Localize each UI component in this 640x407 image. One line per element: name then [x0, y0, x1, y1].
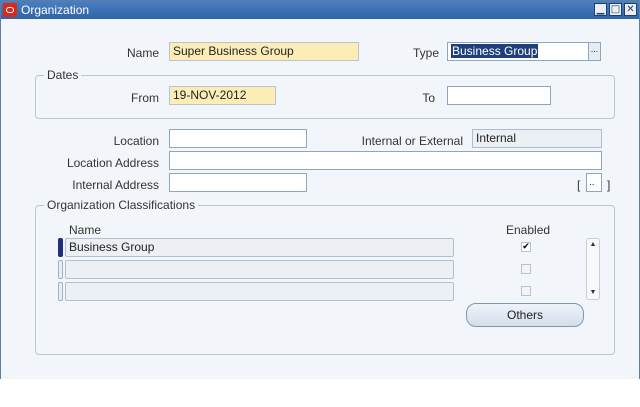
to-label: To	[422, 91, 435, 105]
dates-group-title: Dates	[44, 68, 82, 82]
minimize-icon[interactable]: ▁	[594, 3, 607, 16]
enabled-header: Enabled	[506, 223, 551, 237]
classification-name-header: Name	[69, 223, 102, 237]
type-lov-button[interactable]: ...	[588, 42, 601, 61]
descriptive-flexfield[interactable]: ..	[586, 173, 602, 192]
flexfield-close-bracket: ]	[607, 178, 611, 192]
close-icon[interactable]: ✕	[624, 3, 637, 16]
enabled-checkbox[interactable]	[521, 264, 531, 274]
enabled-checkbox[interactable]	[521, 286, 531, 296]
location-field[interactable]	[169, 129, 307, 148]
type-label: Type	[412, 46, 439, 60]
internal-external-label: Internal or External	[361, 134, 463, 148]
internal-address-label: Internal Address	[72, 178, 159, 192]
location-address-label: Location Address	[66, 156, 159, 170]
classification-name-cell[interactable]	[65, 260, 454, 279]
window-title: Organization	[21, 3, 90, 17]
from-label: From	[131, 91, 159, 105]
to-date-field[interactable]	[447, 86, 551, 105]
record-indicator[interactable]	[58, 260, 63, 279]
name-label: Name	[126, 46, 159, 60]
classification-name-cell[interactable]	[65, 282, 454, 301]
classifications-group-title: Organization Classifications	[44, 198, 199, 212]
status-bar	[0, 379, 640, 407]
oracle-icon	[3, 3, 17, 17]
enabled-checkbox[interactable]: ✔	[521, 242, 531, 252]
flexfield-open-bracket: [	[577, 178, 581, 192]
from-date-field[interactable]: 19-NOV-2012	[169, 86, 276, 105]
record-indicator-current[interactable]	[58, 238, 63, 257]
location-label: Location	[113, 134, 159, 148]
organization-window: Organization ▁ □ ✕ Name Super Business G…	[0, 0, 640, 380]
maximize-icon[interactable]: □	[609, 3, 622, 16]
name-field[interactable]: Super Business Group	[169, 42, 359, 61]
location-address-field[interactable]	[169, 151, 602, 170]
internal-external-field[interactable]: Internal	[472, 129, 602, 148]
title-bar[interactable]: Organization ▁ □ ✕	[1, 1, 639, 19]
classifications-scrollbar[interactable]: ▲ ▼	[586, 238, 600, 300]
scroll-up-icon[interactable]: ▲	[587, 240, 599, 250]
type-field[interactable]: Business Group	[447, 42, 589, 61]
record-indicator[interactable]	[58, 282, 63, 301]
scroll-down-icon[interactable]: ▼	[587, 288, 599, 298]
classification-name-cell[interactable]: Business Group	[65, 238, 454, 257]
others-button[interactable]: Others	[466, 303, 584, 327]
type-value: Business Group	[451, 44, 539, 58]
internal-address-field[interactable]	[169, 173, 307, 192]
